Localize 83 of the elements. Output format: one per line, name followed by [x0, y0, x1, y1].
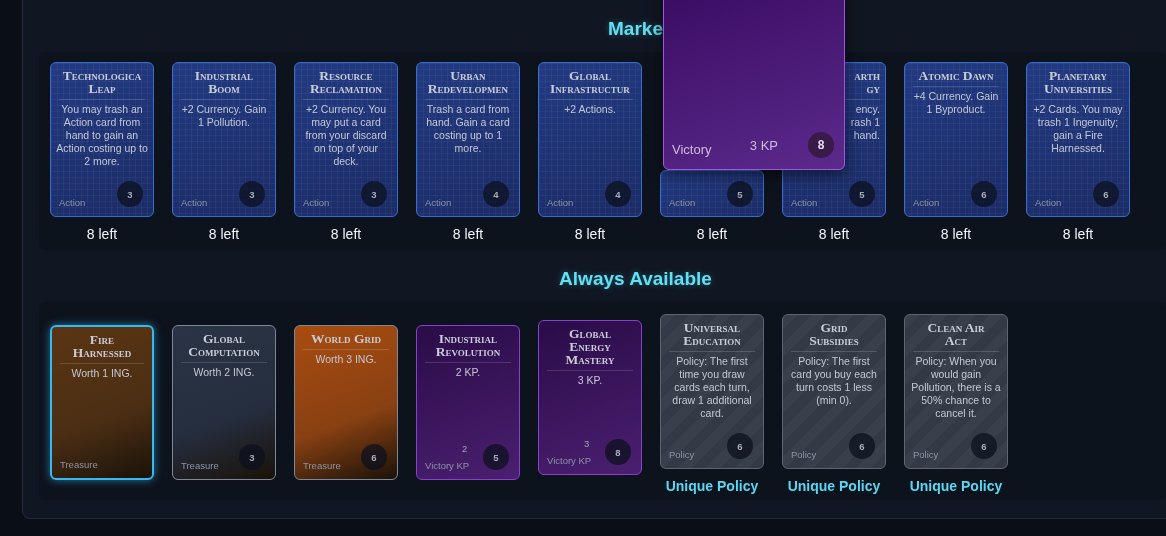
card-type: Victory KP — [547, 455, 592, 466]
card-type: Action — [669, 197, 696, 208]
card-type: Policy — [791, 449, 817, 460]
card-points: 3 — [584, 438, 590, 449]
card-title: Industrial Revolution — [424, 332, 512, 363]
card-type: Action — [181, 197, 208, 208]
remaining-count: 8 left — [696, 226, 728, 242]
card-text: Worth 3 ING. — [315, 353, 377, 366]
section-title: Always Available — [558, 268, 713, 291]
remaining-count: 8 left — [940, 226, 972, 242]
cost-badge: 5 — [727, 181, 753, 207]
card-title: Technologica Leap — [58, 69, 146, 100]
card-type: Treasure — [303, 460, 341, 471]
section-title: Marke — [607, 18, 664, 41]
cost-badge: 3 — [117, 181, 143, 207]
remaining-count: 8 left — [86, 226, 118, 242]
card-type: Victory — [672, 142, 712, 157]
card-title: Grid Subsidies — [790, 321, 878, 352]
card-text: Worth 1 ING. — [71, 367, 133, 380]
cost-badge: 5 — [849, 181, 875, 207]
remaining-count: 8 left — [208, 226, 240, 242]
card-type: Victory KP — [425, 460, 470, 471]
card-title: Fire Harnessed — [59, 333, 145, 364]
card-type: Action — [791, 197, 818, 208]
cost-badge: 8 — [605, 439, 631, 465]
card-text: +2 Currency. Gain 1 Pollution. — [180, 103, 268, 129]
cost-badge: 4 — [483, 181, 509, 207]
cost-badge: 6 — [971, 433, 997, 459]
card-points: 3 KP — [749, 138, 778, 153]
card-text: +2 Currency. You may put a card from your discard on top of your deck. — [304, 103, 388, 168]
cost-badge: 8 — [808, 132, 834, 158]
card-text: +2 Cards. You may trash 1 Ingenuity; gain a Fire Harnessed. — [1032, 103, 1124, 155]
card-type: Policy — [669, 449, 695, 460]
card-text: 2 KP. — [455, 366, 481, 379]
card-type: Treasure — [181, 460, 219, 471]
card-text: ency. rash 1 hand. — [850, 103, 880, 142]
card-type: Action — [913, 197, 940, 208]
card-text: You may trash an Action card from hand to gain an Action costing up to 2 more. — [56, 103, 148, 168]
cost-badge: 3 — [361, 181, 387, 207]
cost-badge: 6 — [849, 433, 875, 459]
unique-label: Unique Policy — [665, 478, 759, 494]
cost-badge: 6 — [361, 444, 387, 470]
card-title: Urban Redevelopmen — [424, 69, 512, 100]
cost-badge: 6 — [727, 433, 753, 459]
card-text: 3 KP. — [577, 374, 603, 387]
remaining-count: 8 left — [1062, 226, 1094, 242]
card-title: Global Computation — [180, 332, 268, 363]
card-title: Planetary Universities — [1034, 69, 1122, 100]
unique-label: Unique Policy — [909, 478, 1003, 494]
unique-label: Unique Policy — [787, 478, 881, 494]
remaining-count: 8 left — [330, 226, 362, 242]
card-type: Action — [59, 197, 86, 208]
card-title: Industrial Boom — [180, 69, 268, 100]
card-text: Worth 2 ING. — [193, 366, 255, 379]
card-type: Policy — [913, 449, 939, 460]
card-title: Atomic Dawn — [912, 69, 1000, 87]
card-title: World Grid — [302, 332, 390, 350]
remaining-count: 8 left — [452, 226, 484, 242]
card-text: Policy: When you would gain Pollution, there is a 50% chance to cancel it. — [910, 355, 1002, 420]
card-type: Action — [303, 197, 330, 208]
remaining-count: 8 left — [574, 226, 606, 242]
card-text: Trash a card from hand. Gain a card costing up to 1 more. — [425, 103, 511, 155]
card-points: 2 — [462, 443, 468, 454]
card-title: Universal Education — [668, 321, 756, 352]
card-title: Global Energy Mastery — [546, 327, 634, 371]
cost-badge: 6 — [971, 181, 997, 207]
card-text: Policy: The first card you buy each turn costs 1 less (min 0). — [790, 355, 878, 407]
card-text: +2 Actions. — [564, 103, 616, 116]
card-title: Clean Air Act — [912, 321, 1000, 352]
card-type: Action — [425, 197, 452, 208]
card-text: +4 Currency. Gain 1 Byproduct. — [912, 90, 1000, 116]
cost-badge: 6 — [1093, 181, 1119, 207]
card-type: Action — [547, 197, 574, 208]
card-title: Global Infrastructur — [546, 69, 634, 100]
cost-badge: 3 — [239, 444, 265, 470]
card-title: Resource Reclamation — [302, 69, 390, 100]
remaining-count: 8 left — [818, 226, 850, 242]
cost-badge: 4 — [605, 181, 631, 207]
cost-badge: 3 — [239, 181, 265, 207]
cost-badge: 5 — [483, 444, 509, 470]
card-type: Action — [1035, 197, 1062, 208]
card-type: Treasure — [60, 459, 98, 470]
card-text: Policy: The first time you draw cards each turn, draw 1 additional card. — [671, 355, 753, 420]
